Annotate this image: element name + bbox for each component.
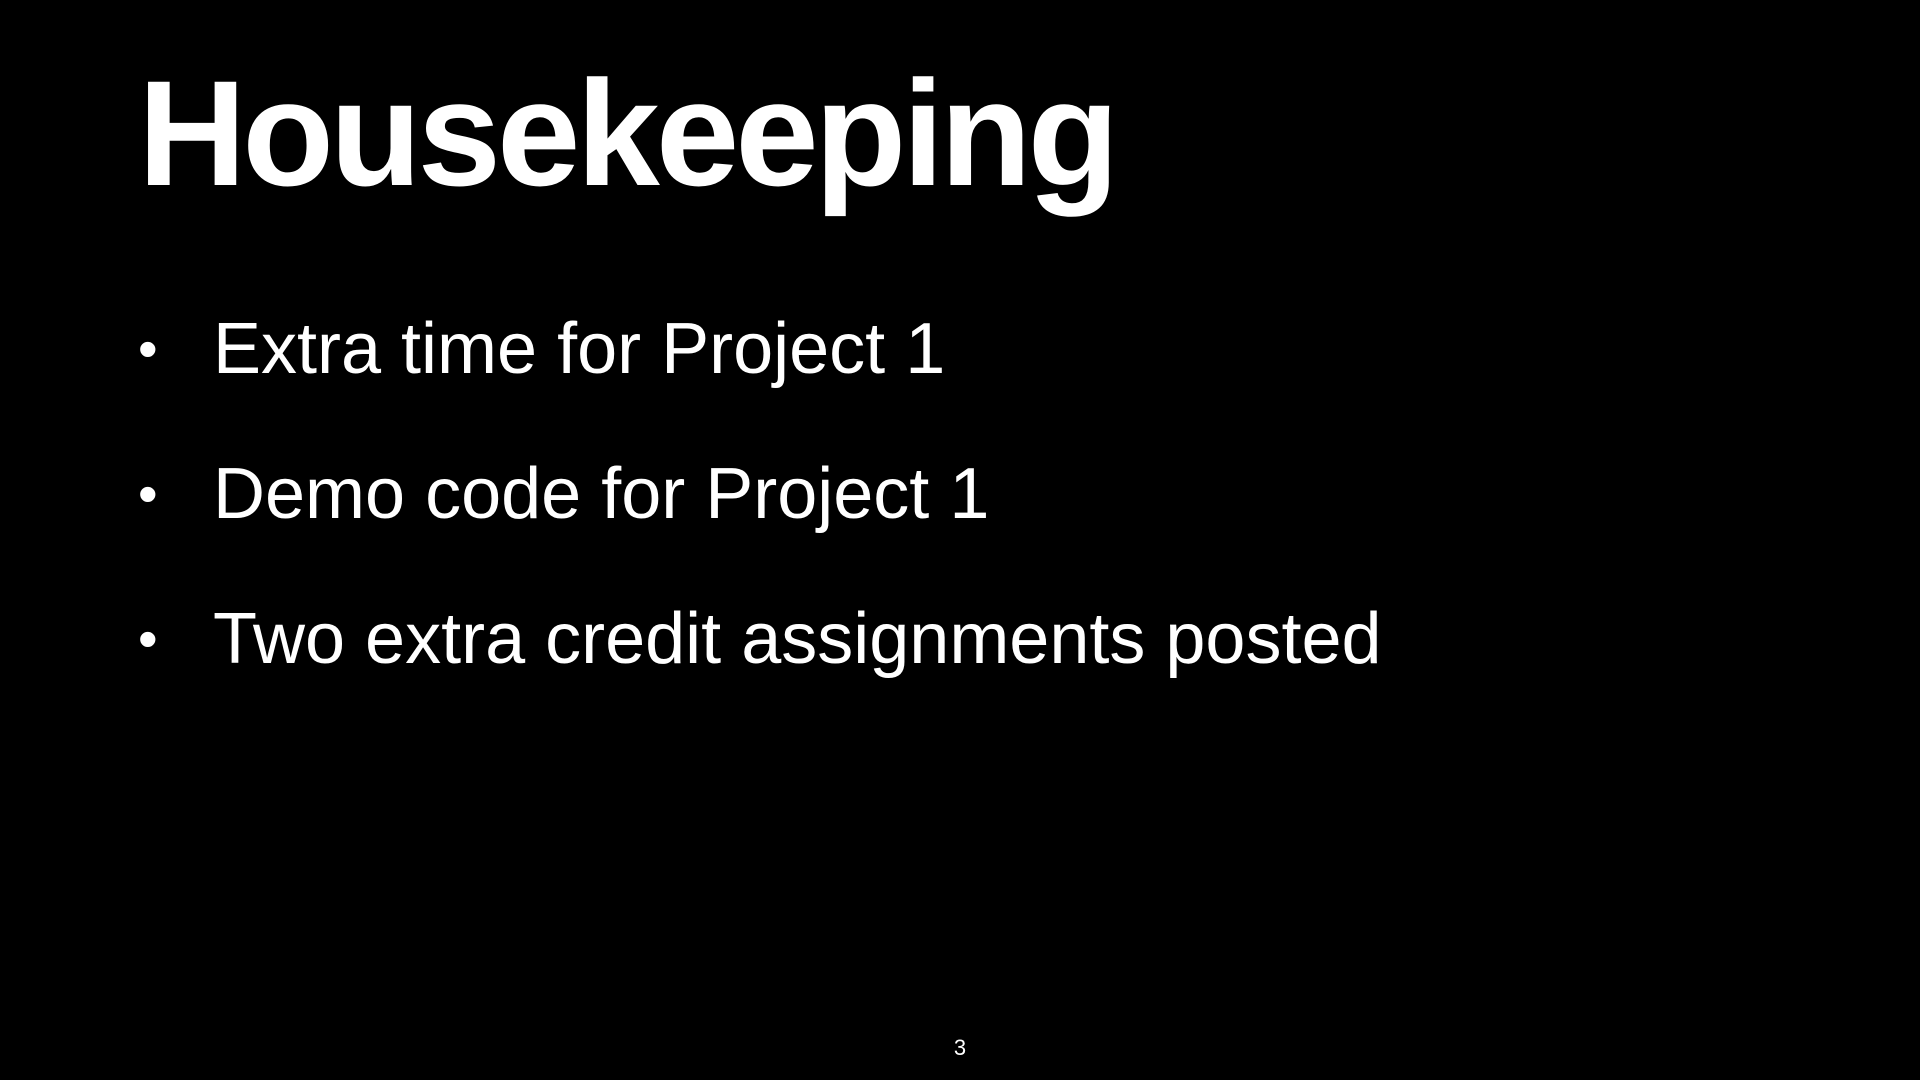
bullet-text: Extra time for Project 1 xyxy=(213,309,946,389)
bullet-text: Demo code for Project 1 xyxy=(213,454,990,534)
page-number: 3 xyxy=(953,1035,967,1060)
bullet-text: Two extra credit assignments posted xyxy=(213,599,1382,679)
slide: Housekeeping • Extra time for Project 1 … xyxy=(0,0,1920,1080)
bullet-dot-icon: • xyxy=(138,607,158,670)
slide-title: Housekeeping xyxy=(138,49,1119,217)
bullet-dot-icon: • xyxy=(138,317,158,380)
bullet-dot-icon: • xyxy=(138,462,158,525)
